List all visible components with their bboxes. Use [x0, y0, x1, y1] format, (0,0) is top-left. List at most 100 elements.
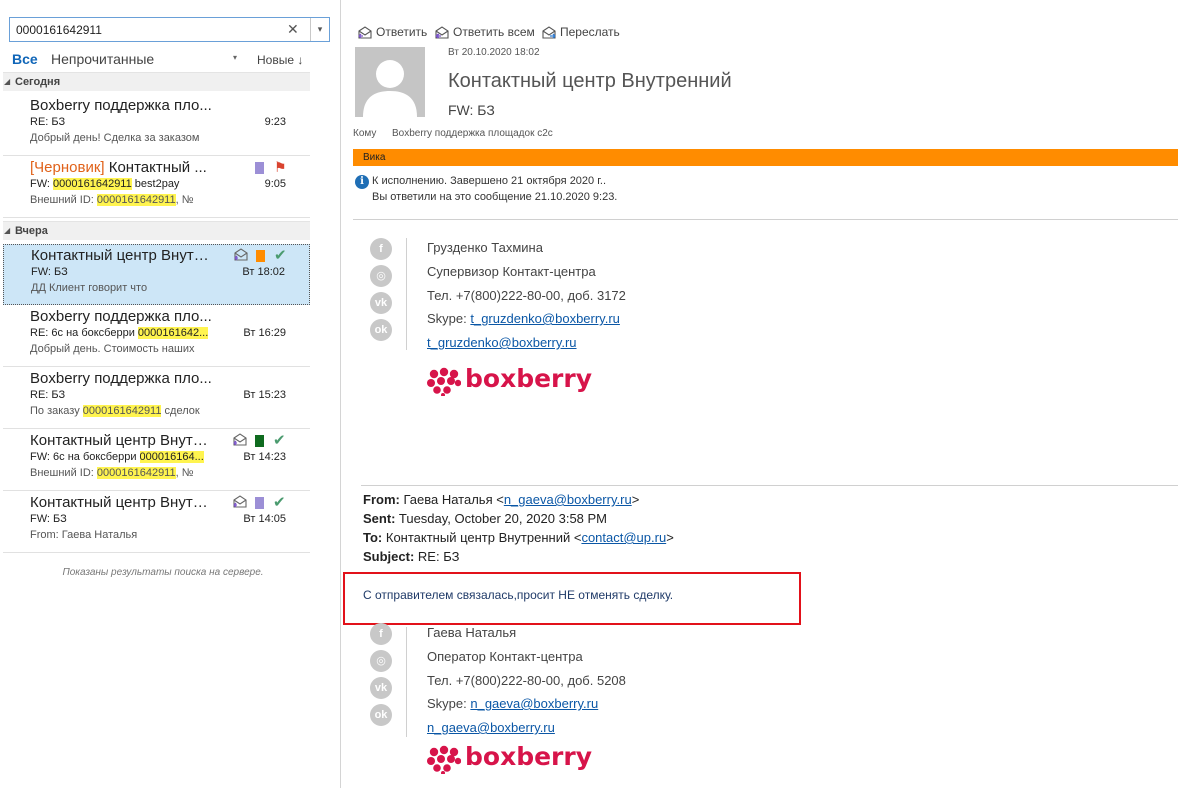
reply-all-button[interactable]: Ответить всем: [434, 24, 535, 42]
instagram-icon[interactable]: ◎: [370, 265, 392, 287]
search-box[interactable]: ✕ ▾: [9, 17, 330, 42]
vk-icon[interactable]: vk: [370, 292, 392, 314]
odnoklassniki-icon[interactable]: ok: [370, 704, 392, 726]
category-color-marker[interactable]: [256, 250, 265, 262]
signature-divider: [406, 627, 407, 737]
header-divider: [353, 219, 1178, 220]
message-list-item[interactable]: Boxberry поддержка пло... RE: 6с на бокс…: [3, 306, 310, 367]
message-preview: Добрый день! Сделка за заказом: [30, 132, 200, 144]
search-scope-dropdown[interactable]: ▾: [310, 18, 329, 41]
message-time: Вт 15:23: [243, 389, 286, 401]
instagram-icon[interactable]: ◎: [370, 650, 392, 672]
to-email-link[interactable]: contact@up.ru: [581, 530, 666, 545]
category-color-marker[interactable]: [255, 162, 264, 174]
email-link[interactable]: n_gaeva@boxberry.ru: [427, 720, 555, 735]
clear-search-icon[interactable]: ✕: [287, 21, 299, 38]
person-silhouette-icon: [363, 60, 417, 117]
message-list-item[interactable]: Контактный центр Внутр... FW: БЗ From: Г…: [3, 492, 310, 553]
facebook-icon[interactable]: f: [370, 238, 392, 260]
sort-newest-button[interactable]: Новые ↓: [257, 53, 303, 67]
message-preview: Добрый день. Стоимость наших: [30, 343, 195, 355]
message-time: 9:05: [264, 178, 286, 190]
boxberry-logo: boxberry: [427, 742, 592, 776]
message-sender: Контактный центр Внутр...: [30, 494, 212, 511]
completed-check-icon[interactable]: ✔: [273, 493, 286, 511]
forward-button[interactable]: Переслать: [541, 24, 621, 42]
chevron-down-icon[interactable]: ▾: [233, 53, 237, 62]
completed-check-icon[interactable]: ✔: [274, 246, 287, 264]
draft-tag: [Черновик]: [30, 159, 105, 176]
message-list-item[interactable]: Контактный центр Внутр... FW: 6с на бокс…: [3, 430, 310, 491]
reply-button[interactable]: Ответить: [357, 24, 427, 42]
message-list-item[interactable]: Boxberry поддержка пло... RE: БЗ По зака…: [3, 368, 310, 429]
message-preview: From: Гаева Наталья: [30, 529, 138, 541]
followup-status: К исполнению. Завершено 21 октября 2020 …: [372, 175, 606, 187]
skype-link[interactable]: n_gaeva@boxberry.ru: [470, 696, 598, 711]
category-bar[interactable]: Вика: [353, 149, 1178, 166]
message-list-item-selected[interactable]: Контактный центр Внутр... FW: БЗ ДД Клие…: [3, 244, 310, 305]
message-time: Вт 18:02: [242, 266, 285, 278]
search-highlight: 0000161642911: [53, 178, 132, 190]
message-list-item[interactable]: Boxberry поддержка пло... RE: БЗ Добрый …: [3, 95, 310, 156]
forwarded-subject: Subject: RE: БЗ: [363, 549, 459, 564]
message-subject: FW: БЗ: [31, 266, 68, 278]
replied-envelope-icon: [234, 248, 248, 261]
facebook-icon[interactable]: f: [370, 623, 392, 645]
search-highlight: 000016164...: [139, 451, 204, 463]
message-subject-title: FW: БЗ: [448, 102, 495, 118]
replied-envelope-icon: [233, 433, 247, 446]
search-highlight: 0000161642...: [137, 327, 209, 339]
signature-name: Гаева Наталья: [427, 625, 517, 640]
message-subject: RE: 6с на боксберри 0000161642...: [30, 327, 230, 339]
reading-pane: Ответить Ответить всем Переслать Вт 20.1…: [341, 0, 1178, 788]
skype-label: Skype:: [427, 311, 471, 326]
message-time: Вт 14:05: [243, 513, 286, 525]
reply-icon: [358, 26, 372, 39]
filter-unread[interactable]: Непрочитанные: [51, 51, 154, 67]
from-email-link[interactable]: n_gaeva@boxberry.ru: [504, 492, 632, 507]
group-header-today[interactable]: ◢ Сегодня: [3, 72, 310, 91]
to-recipient[interactable]: Boxberry поддержка площадок c2c: [392, 128, 553, 139]
search-highlight: 0000161642911: [96, 194, 176, 206]
skype-link[interactable]: t_gruzdenko@boxberry.ru: [470, 311, 620, 326]
category-color-marker[interactable]: [255, 497, 264, 509]
subject-suffix: best2pay: [131, 178, 180, 190]
category-color-marker[interactable]: [255, 435, 264, 447]
replied-envelope-icon: [233, 495, 247, 508]
completed-check-icon[interactable]: ✔: [273, 431, 286, 449]
message-list-item[interactable]: [Черновик] Контактный ... FW: 0000161642…: [3, 157, 310, 218]
odnoklassniki-icon[interactable]: ok: [370, 319, 392, 341]
sent-label: Sent:: [363, 511, 396, 526]
message-from[interactable]: Контактный центр Внутренний: [448, 70, 732, 93]
forward-icon: [542, 26, 556, 39]
group-header-yesterday[interactable]: ◢ Вчера: [3, 221, 310, 240]
message-sender: Boxberry поддержка пло...: [30, 370, 212, 387]
collapse-icon[interactable]: ◢: [4, 73, 10, 91]
signature-email: t_gruzdenko@boxberry.ru: [427, 335, 577, 350]
message-time: 9:23: [264, 116, 286, 128]
message-time: Вт 16:29: [243, 327, 286, 339]
message-subject: RE: БЗ: [30, 389, 66, 401]
message-sender: Контактный центр Внутр...: [30, 432, 212, 449]
to-label: To:: [363, 530, 383, 545]
preview-prefix: Внешний ID:: [30, 467, 97, 479]
signature-name: Грузденко Тахмина: [427, 240, 543, 255]
subject-prefix: RE: 6с на боксберри: [30, 327, 138, 339]
signature-skype: Skype: t_gruzdenko@boxberry.ru: [427, 311, 620, 326]
search-input[interactable]: [10, 18, 280, 41]
subject-prefix: FW:: [30, 178, 54, 190]
vk-icon[interactable]: vk: [370, 677, 392, 699]
collapse-icon[interactable]: ◢: [4, 222, 10, 240]
message-subject: FW: 0000161642911 best2pay: [30, 178, 230, 190]
boxberry-logo: boxberry: [427, 364, 592, 398]
message-date: Вт 20.10.2020 18:02: [448, 47, 540, 58]
signature-skype: Skype: n_gaeva@boxberry.ru: [427, 696, 598, 711]
info-icon[interactable]: i: [355, 175, 369, 189]
filter-all[interactable]: Все: [12, 51, 38, 67]
skype-label: Skype:: [427, 696, 471, 711]
flag-icon[interactable]: ⚑: [274, 159, 287, 176]
forwarded-from: From: Гаева Наталья <n_gaeva@boxberry.ru…: [363, 492, 639, 507]
email-link[interactable]: t_gruzdenko@boxberry.ru: [427, 335, 577, 350]
from-close: >: [631, 492, 640, 507]
boxberry-logo-text: boxberry: [465, 742, 593, 771]
